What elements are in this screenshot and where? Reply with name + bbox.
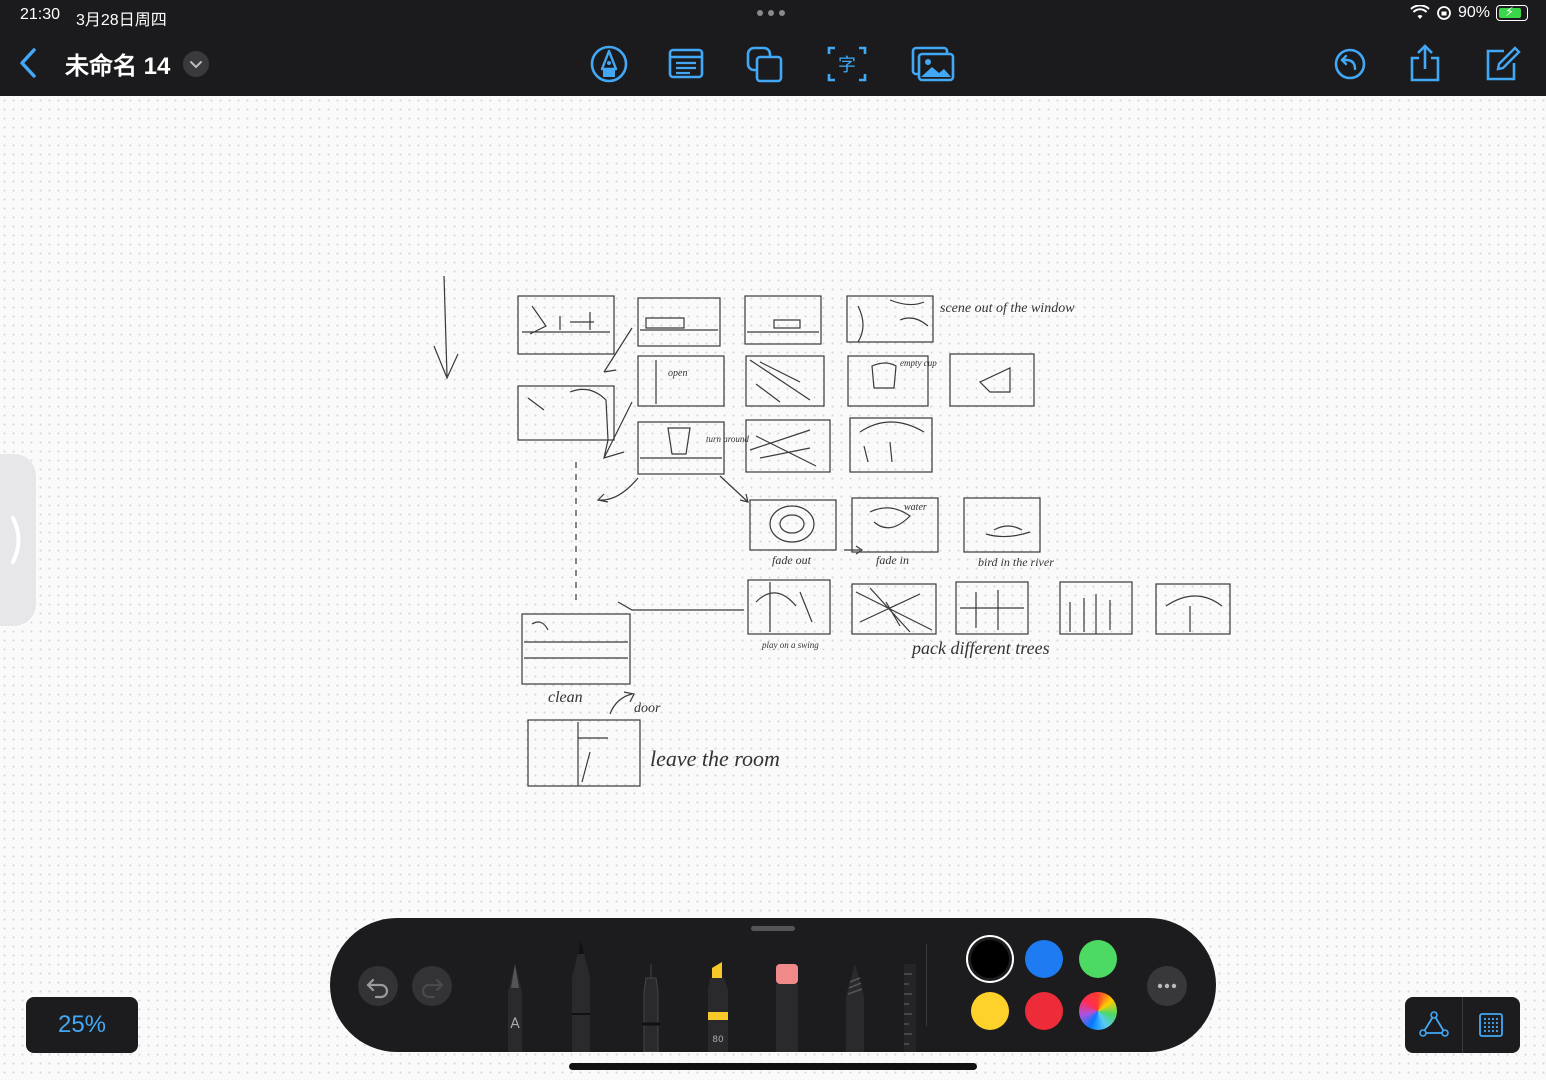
home-indicator[interactable]	[569, 1063, 977, 1070]
grid-paper-icon[interactable]	[1478, 1012, 1504, 1038]
orientation-lock-icon	[1437, 6, 1451, 20]
text-recognize-icon: 字	[827, 46, 867, 82]
label-trees: pack different trees	[910, 638, 1050, 658]
color-blue[interactable]	[1025, 940, 1063, 978]
chevron-left-icon	[20, 48, 36, 78]
share-icon	[1410, 44, 1440, 82]
zoom-level[interactable]: 25%	[26, 997, 138, 1053]
color-picker-rainbow[interactable]	[1079, 992, 1117, 1030]
multitasking-dots[interactable]	[757, 10, 785, 16]
pen-tool-button[interactable]	[587, 42, 631, 86]
shape-button[interactable]	[742, 42, 786, 86]
fineliner-icon[interactable]	[636, 962, 666, 1052]
svg-text:字: 字	[838, 55, 856, 76]
image-icon	[911, 46, 955, 82]
battery-icon: ⚡	[1496, 4, 1528, 21]
highlighter-size: 80	[712, 1035, 724, 1045]
history-button[interactable]	[1330, 42, 1370, 86]
redo-icon	[421, 978, 444, 999]
label-bird: bird in the river	[978, 555, 1054, 569]
lasso-shape-icon[interactable]	[1419, 1011, 1449, 1039]
fountain-pen-icon[interactable]: A	[500, 962, 530, 1052]
palette-more-button[interactable]	[1147, 966, 1187, 1006]
label-door: door	[634, 701, 661, 716]
label-turn-around: turn around	[706, 434, 749, 444]
back-button[interactable]	[14, 44, 44, 82]
brush-icon[interactable]	[840, 962, 870, 1052]
share-button[interactable]	[1405, 42, 1445, 86]
label-fade-in: fade in	[876, 553, 909, 567]
label-leave: leave the room	[650, 746, 780, 771]
color-black-selected[interactable]	[971, 940, 1009, 978]
pencil-icon[interactable]	[566, 938, 596, 1052]
palette-grabber[interactable]	[751, 926, 795, 931]
color-green[interactable]	[1079, 940, 1117, 978]
new-note-icon	[1486, 46, 1521, 81]
battery-percent: 90%	[1457, 4, 1490, 21]
ellipsis-icon	[1157, 983, 1177, 989]
text-box-button[interactable]	[664, 42, 708, 86]
canvas-tools	[1405, 997, 1520, 1053]
label-scene: scene out of the window	[940, 301, 1075, 316]
status-time: 21:30	[20, 6, 61, 23]
status-date: 3月28日周四	[76, 12, 167, 29]
image-button[interactable]	[910, 42, 956, 86]
shape-icon	[746, 46, 783, 83]
color-yellow[interactable]	[971, 992, 1009, 1030]
chevron-right-icon	[11, 516, 21, 564]
label-open: open	[668, 368, 687, 379]
sidebar-handle[interactable]	[0, 454, 36, 626]
palette-divider	[926, 944, 927, 1026]
text-recognize-button[interactable]: 字	[825, 42, 869, 86]
chevron-down-icon	[190, 61, 202, 69]
eraser-icon[interactable]	[772, 962, 802, 1052]
status-right: 90% ⚡	[1410, 4, 1528, 22]
pen-tool-icon	[590, 45, 628, 83]
highlighter-icon[interactable]: 80	[702, 960, 734, 1052]
text-box-icon	[668, 48, 704, 79]
label-empty-cup: empty cup	[900, 358, 937, 368]
label-swing: play on a swing	[761, 640, 819, 650]
wifi-icon	[1410, 5, 1430, 19]
document-title[interactable]: 未命名 14	[65, 46, 170, 81]
ruler-icon[interactable]	[900, 962, 920, 1052]
undo-button[interactable]	[358, 966, 398, 1006]
undo-icon	[366, 978, 389, 999]
title-menu-button[interactable]	[183, 51, 209, 77]
storyboard-sketch: scene out of the window open empty cup t…	[433, 275, 1231, 787]
top-bar: 21:30 3月28日周四 90% ⚡ 未命名 14 字	[0, 0, 1546, 96]
label-fade-out: fade out	[772, 553, 812, 567]
tool-palette: A 80	[330, 918, 1216, 1052]
new-note-button[interactable]	[1482, 42, 1522, 86]
color-red[interactable]	[1025, 992, 1063, 1030]
redo-button[interactable]	[412, 966, 452, 1006]
undo-history-icon	[1334, 48, 1366, 80]
label-clean: clean	[548, 689, 583, 706]
svg-text:A: A	[510, 1016, 520, 1032]
label-water: water	[904, 502, 927, 513]
